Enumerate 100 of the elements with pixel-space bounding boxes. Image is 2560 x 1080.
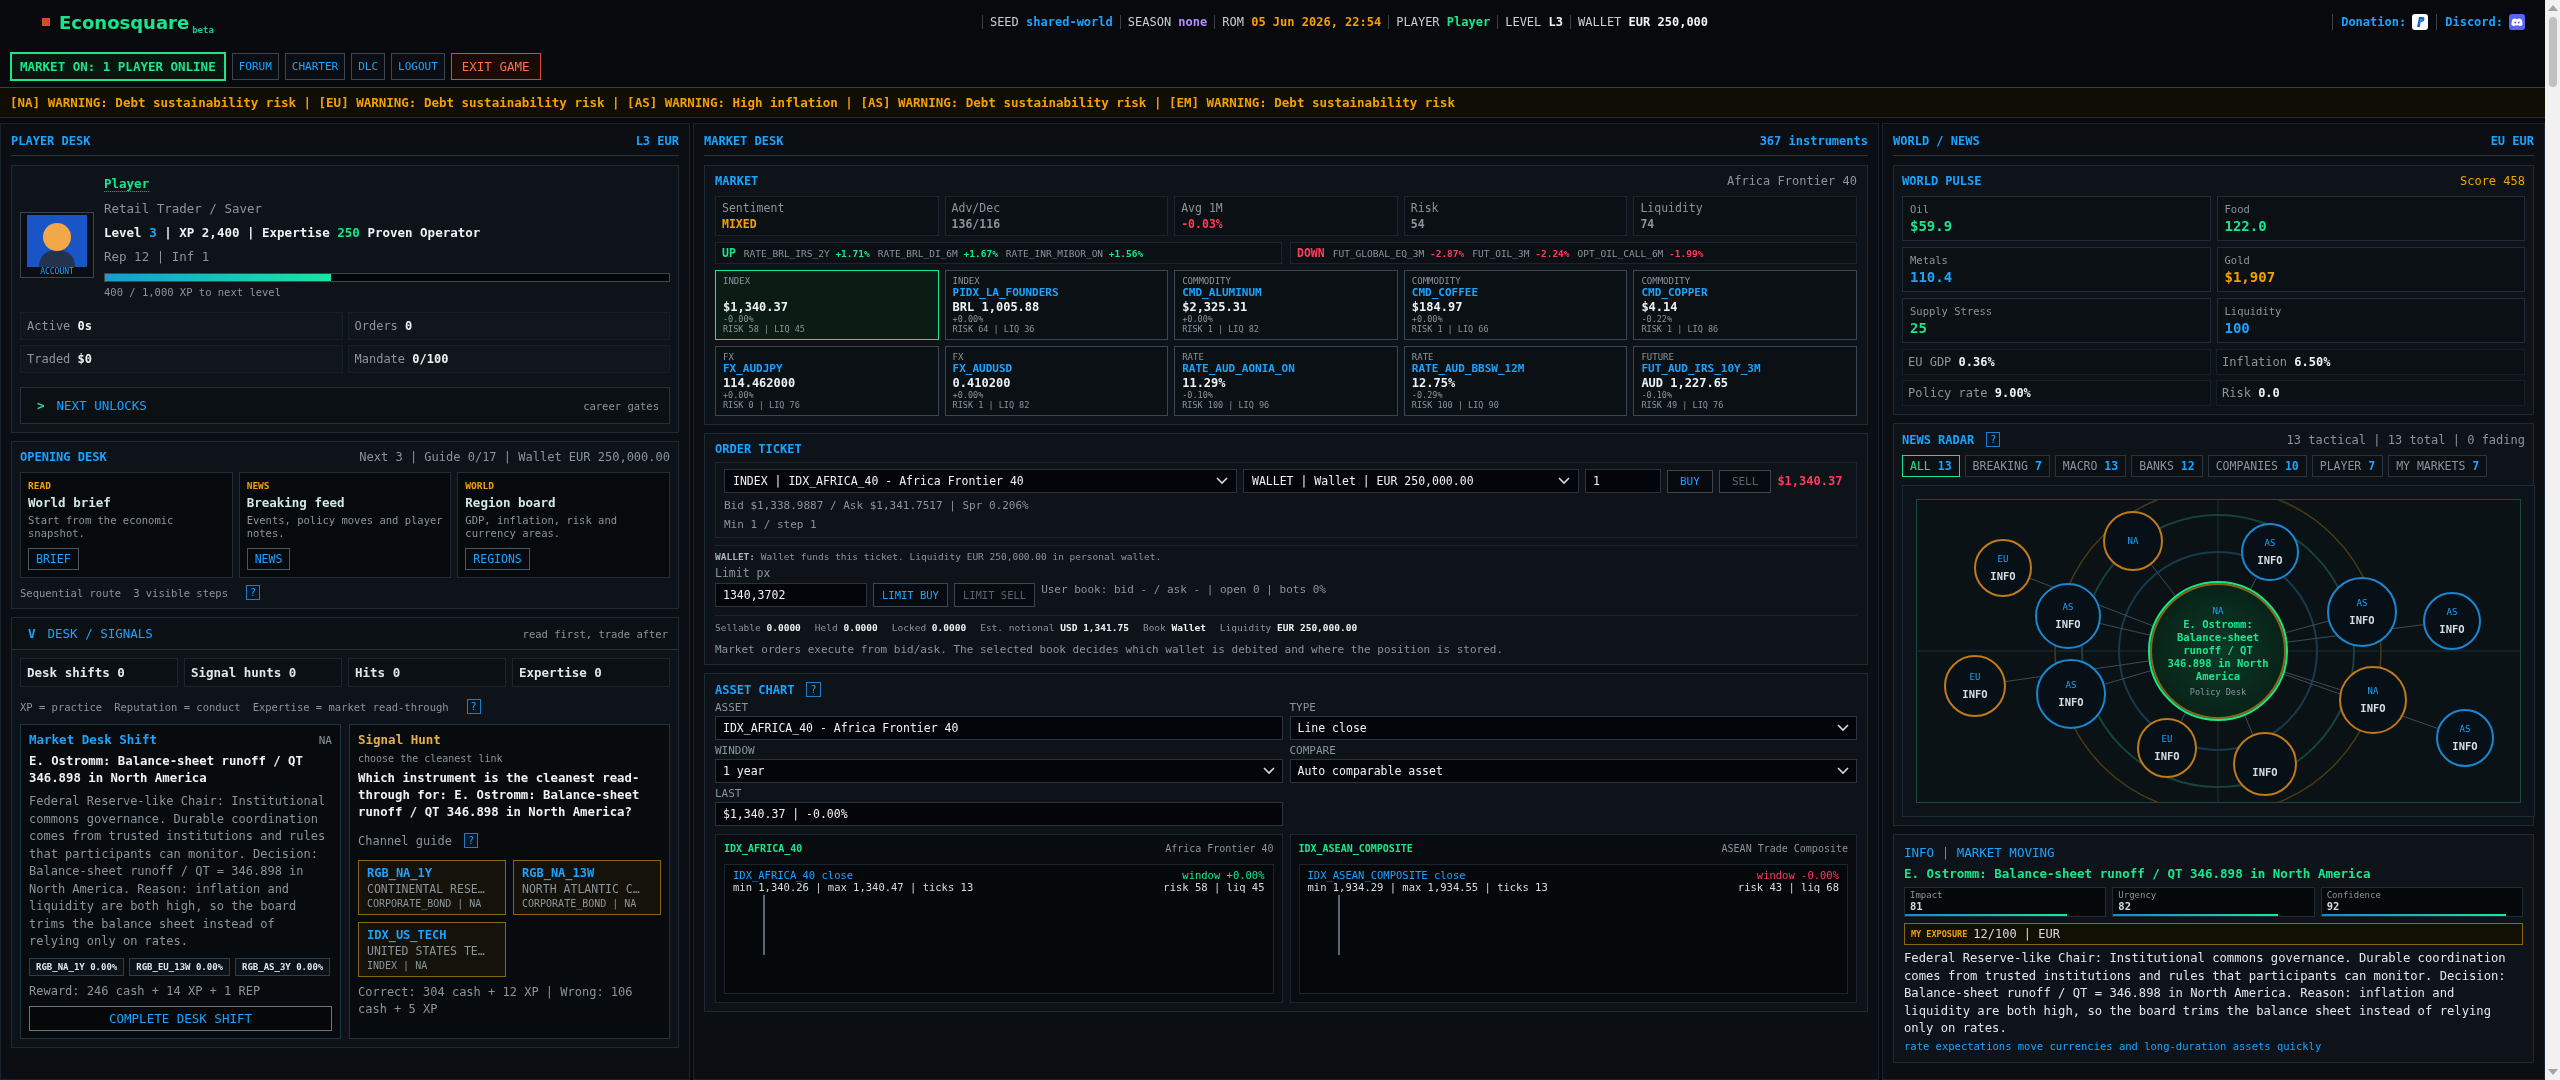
region-label: EU: [2161, 734, 2173, 744]
complete-shift-button[interactable]: COMPLETE DESK SHIFT: [29, 1005, 332, 1031]
mover-item[interactable]: RATE_INR_MIBOR_ON +1.56%: [1005, 247, 1144, 259]
pulse-tile: Liquidity 100: [2216, 298, 2525, 343]
market-status-button[interactable]: MARKET ON: 1 PLAYER ONLINE: [10, 52, 226, 81]
filter-tab[interactable]: MACRO 13: [2054, 455, 2127, 477]
filter-tab[interactable]: PLAYER 7: [2311, 455, 2384, 477]
dropdown[interactable]: Auto comparable asset: [1289, 759, 1857, 783]
instrument-tile[interactable]: COMMODITY CMD_COPPER $4.14 -0.22% RISK 1 | LIQ 86: [1633, 270, 1857, 340]
app-logo[interactable]: Econosquare: [59, 11, 190, 33]
signals-toggle[interactable]: V DESK / SIGNALS read first, trade after: [12, 618, 678, 650]
external-link[interactable]: Donation:: [2341, 15, 2407, 29]
nav-button[interactable]: FORUM: [231, 53, 279, 80]
warning-ticker: [NA] WARNING: Debt sustainability risk | [EU] WARNING: Debt sustainability risk | [AS] WARNING: High inflation | [AS] WARNING: Debt sustainability risk | [EM] WARNING: Debt sustainability risk: [0, 87, 2545, 118]
story-link[interactable]: rate expectations move currencies and long-duration assets quickly: [1904, 1039, 2523, 1052]
desk-label: Policy Desk: [2189, 686, 2247, 697]
fact-cell: Inflation 6.50%: [2216, 349, 2525, 375]
panel-meta: EU EUR: [2490, 134, 2534, 148]
step-button[interactable]: BRIEF: [28, 548, 79, 570]
step-tag: READ: [28, 480, 225, 491]
player-name[interactable]: Player: [104, 176, 150, 192]
mover-item[interactable]: OPT_OIL_CALL_6M -1.99%: [1577, 247, 1704, 259]
mover-item[interactable]: FUT_GLOBAL_EQ_3M -2.87%: [1332, 247, 1465, 259]
risk-text: risk 58 | liq 45: [1163, 881, 1265, 893]
chart-symbol: IDX_AFRICA_40: [724, 843, 803, 854]
answer-option[interactable]: IDX_US_TECH UNITED STATES TE… INDEX | NA: [358, 922, 506, 977]
nav-button[interactable]: DLC: [351, 53, 386, 80]
section-title: OPENING DESK: [20, 450, 107, 464]
section-title: ORDER TICKET: [715, 442, 803, 456]
quantity-field[interactable]: 1: [1585, 469, 1661, 493]
option-meta: INDEX | NA: [367, 960, 428, 971]
instrument-tile[interactable]: RATE RATE_AUD_BBSW_12M 12.75% -0.29% RISK 100 | LIQ 90: [1403, 346, 1628, 416]
scrollbar[interactable]: [2545, 0, 2560, 1080]
instrument-price: 114.462000: [723, 376, 796, 390]
filter-tab[interactable]: MY MARKETS 7: [2388, 455, 2488, 477]
limit-label: Limit px: [715, 566, 772, 580]
nav-button[interactable]: LOGOUT: [391, 53, 445, 80]
option-name: UNITED STATES TE…: [367, 944, 485, 958]
region-label: AS: [2062, 602, 2074, 612]
help-button[interactable]: ?: [463, 833, 478, 848]
help-button[interactable]: ?: [466, 699, 481, 714]
account-button[interactable]: ACCOUNT: [20, 212, 94, 278]
region-label: AS: [2065, 680, 2077, 690]
instrument-tile[interactable]: FX FX_AUDJPY 114.462000 +0.00% RISK 0 | LIQ 76: [715, 346, 939, 416]
input-field[interactable]: IDX_AFRICA_40 - Africa Frontier 40: [715, 716, 1283, 740]
node-label: INFO: [2360, 702, 2386, 714]
option-symbol: RGB_NA_13W: [522, 866, 595, 880]
scroll-up-icon[interactable]: [2547, 5, 2558, 11]
instrument-tile[interactable]: INDEX $1,340.37 -0.00% RISK 58 | LIQ 45: [715, 270, 939, 340]
trade-button[interactable]: BUY: [1667, 469, 1713, 493]
answer-option[interactable]: RGB_NA_13W NORTH ATLANTIC C… CORPORATE_BOND | NA: [513, 860, 661, 915]
instrument-tile[interactable]: FUTURE FUT_AUD_IRS_10Y_3M AUD 1,227.65 -0.10% RISK 49 | LIQ 76: [1633, 346, 1857, 416]
wallet-dropdown[interactable]: WALLET | Wallet | EUR 250,000.00: [1243, 469, 1579, 493]
shift-description: Federal Reserve-like Chair: Institutional commons governance. Durable coordination comes from trusted institutions and rules that participants can monitor. Decision: Balance-sheet runoff / QT = 346.898 in North America. Reason: inflation and liquidity are both high, so the board trims the balance sheet instead of relying only on rates.: [29, 793, 327, 950]
filter-tab[interactable]: BANKS 12: [2131, 455, 2203, 477]
logo-icon: [42, 18, 50, 26]
limit-button[interactable]: LIMIT BUY: [873, 583, 948, 607]
dropdown[interactable]: Line close: [1289, 716, 1857, 740]
external-link[interactable]: Discord:: [2445, 15, 2503, 29]
filter-tab[interactable]: BREAKING 7: [1964, 455, 2050, 477]
next-unlocks-toggle[interactable]: > NEXT UNLOCKS career gates: [20, 387, 670, 424]
instrument-tile[interactable]: FX FX_AUDUSD 0.410200 +0.00% RISK 1 | LIQ 82: [944, 346, 1169, 416]
step-button[interactable]: REGIONS: [465, 548, 530, 570]
node-label: INFO: [2452, 740, 2478, 752]
instrument-dropdown[interactable]: INDEX | IDX_AFRICA_40 - Africa Frontier 40: [724, 469, 1237, 493]
caret-icon: [1216, 477, 1228, 485]
market-stat-cell: Sentiment MIXED: [715, 196, 939, 236]
instrument-price: $2,325.31: [1182, 300, 1248, 314]
shift-title: Market Desk Shift: [29, 732, 157, 747]
help-button[interactable]: ?: [806, 682, 821, 697]
balance-stat: Held 0.0000: [814, 622, 878, 633]
mover-item[interactable]: RATE_BRL_DI_6M +1.67%: [877, 247, 998, 259]
mover-item[interactable]: RATE_BRL_IRS_2Y +1.71%: [743, 247, 870, 259]
legend-text: Expertise = market read-through: [252, 700, 449, 713]
help-button[interactable]: ?: [246, 585, 260, 600]
section-title: WORLD PULSE: [1902, 174, 1982, 188]
node-label: INFO: [1990, 570, 2016, 582]
option-symbol: IDX_US_TECH: [367, 928, 447, 942]
instrument-tile[interactable]: COMMODITY CMD_COFFEE $184.97 +0.00% RISK 1 | LIQ 66: [1403, 270, 1628, 340]
dropdown[interactable]: 1 year: [715, 759, 1283, 783]
instrument-tile[interactable]: COMMODITY CMD_ALUMINUM $2,325.31 +0.00% RISK 1 | LIQ 82: [1174, 270, 1398, 340]
filter-tab[interactable]: COMPANIES 10: [2207, 455, 2307, 477]
instrument-change: +0.00%: [952, 314, 984, 324]
scrollbar-thumb[interactable]: [2548, 17, 2557, 87]
instrument-tile[interactable]: RATE RATE_AUD_AONIA_ON 11.29% -0.10% RISK 100 | LIQ 96: [1174, 346, 1398, 416]
step-button[interactable]: NEWS: [246, 548, 291, 570]
nav-button[interactable]: CHARTER: [284, 53, 346, 80]
field-label: WINDOW: [715, 744, 756, 757]
instrument-tile[interactable]: INDEX PIDX_LA_FOUNDERS BRL 1,005.88 +0.00% RISK 64 | LIQ 36: [944, 270, 1169, 340]
pulse-tile: Supply Stress 25: [1902, 298, 2211, 343]
scroll-down-icon[interactable]: [2547, 1069, 2558, 1075]
instrument-price: $184.97: [1411, 300, 1463, 314]
filter-tab[interactable]: ALL 13: [1902, 455, 1960, 477]
mover-item[interactable]: FUT_OIL_3M -2.24%: [1472, 247, 1570, 259]
exit-button[interactable]: EXIT GAME: [450, 53, 541, 80]
steps-text: 3 visible steps: [133, 586, 228, 599]
help-button[interactable]: ?: [1986, 432, 2001, 447]
answer-option[interactable]: RGB_NA_1Y CONTINENTAL RESE… CORPORATE_BOND | NA: [358, 860, 506, 915]
limit-price-field[interactable]: 1340,3702: [715, 583, 867, 607]
input-field[interactable]: $1,340.37 | -0.00%: [715, 802, 1283, 826]
